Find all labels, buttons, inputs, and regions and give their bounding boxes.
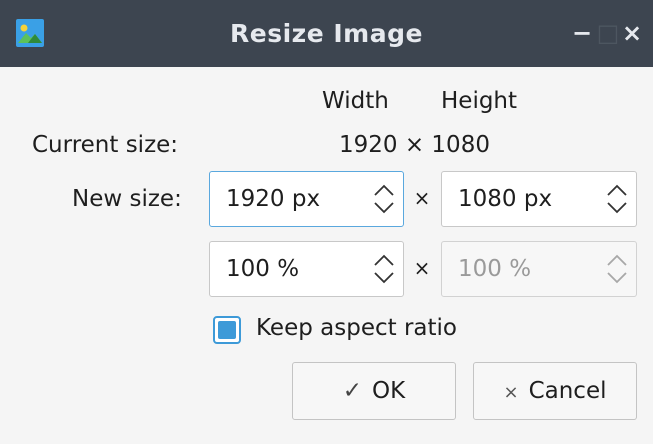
cancel-x-icon: × — [503, 382, 519, 403]
height-header: Height — [441, 88, 518, 114]
width-percent-value[interactable]: 100 % — [226, 242, 299, 296]
height-px-stepper-icon[interactable] — [604, 180, 630, 218]
width-percent-stepper-icon[interactable] — [371, 250, 397, 288]
keep-aspect-label[interactable]: Keep aspect ratio — [256, 315, 457, 341]
new-size-label: New size: — [72, 186, 182, 212]
ok-button[interactable]: ✓ OK — [292, 362, 456, 420]
ok-label: OK — [372, 378, 406, 404]
height-px-spinbox[interactable]: 1080 px — [441, 171, 637, 227]
title-bar[interactable]: Resize Image − □ × — [0, 0, 653, 67]
height-px-value[interactable]: 1080 px — [458, 172, 552, 226]
checkbox-check-mark — [218, 321, 236, 339]
width-px-value[interactable]: 1920 px — [226, 172, 320, 226]
current-size-label: Current size: — [32, 132, 179, 158]
checkmark-icon: ✓ — [342, 378, 363, 404]
current-size-value: 1920 × 1080 — [339, 132, 490, 158]
resize-image-dialog: Resize Image − □ × Width Height Current … — [0, 0, 653, 444]
times-sign: × — [413, 186, 431, 210]
height-percent-stepper-icon — [607, 254, 627, 284]
height-percent-value: 100 % — [458, 256, 532, 282]
window-title: Resize Image — [230, 19, 423, 48]
width-px-spinbox[interactable]: 1920 px — [209, 171, 404, 227]
cancel-label: Cancel — [528, 378, 607, 404]
close-button[interactable]: × — [617, 18, 647, 48]
times-sign: × — [413, 256, 431, 280]
cancel-button[interactable]: × Cancel — [473, 362, 637, 420]
height-percent-spinbox: 100 % — [441, 241, 637, 297]
width-percent-spinbox[interactable]: 100 % — [209, 241, 404, 297]
width-px-stepper-icon[interactable] — [371, 180, 397, 218]
keep-aspect-checkbox[interactable] — [213, 316, 241, 344]
width-header: Width — [322, 88, 389, 114]
